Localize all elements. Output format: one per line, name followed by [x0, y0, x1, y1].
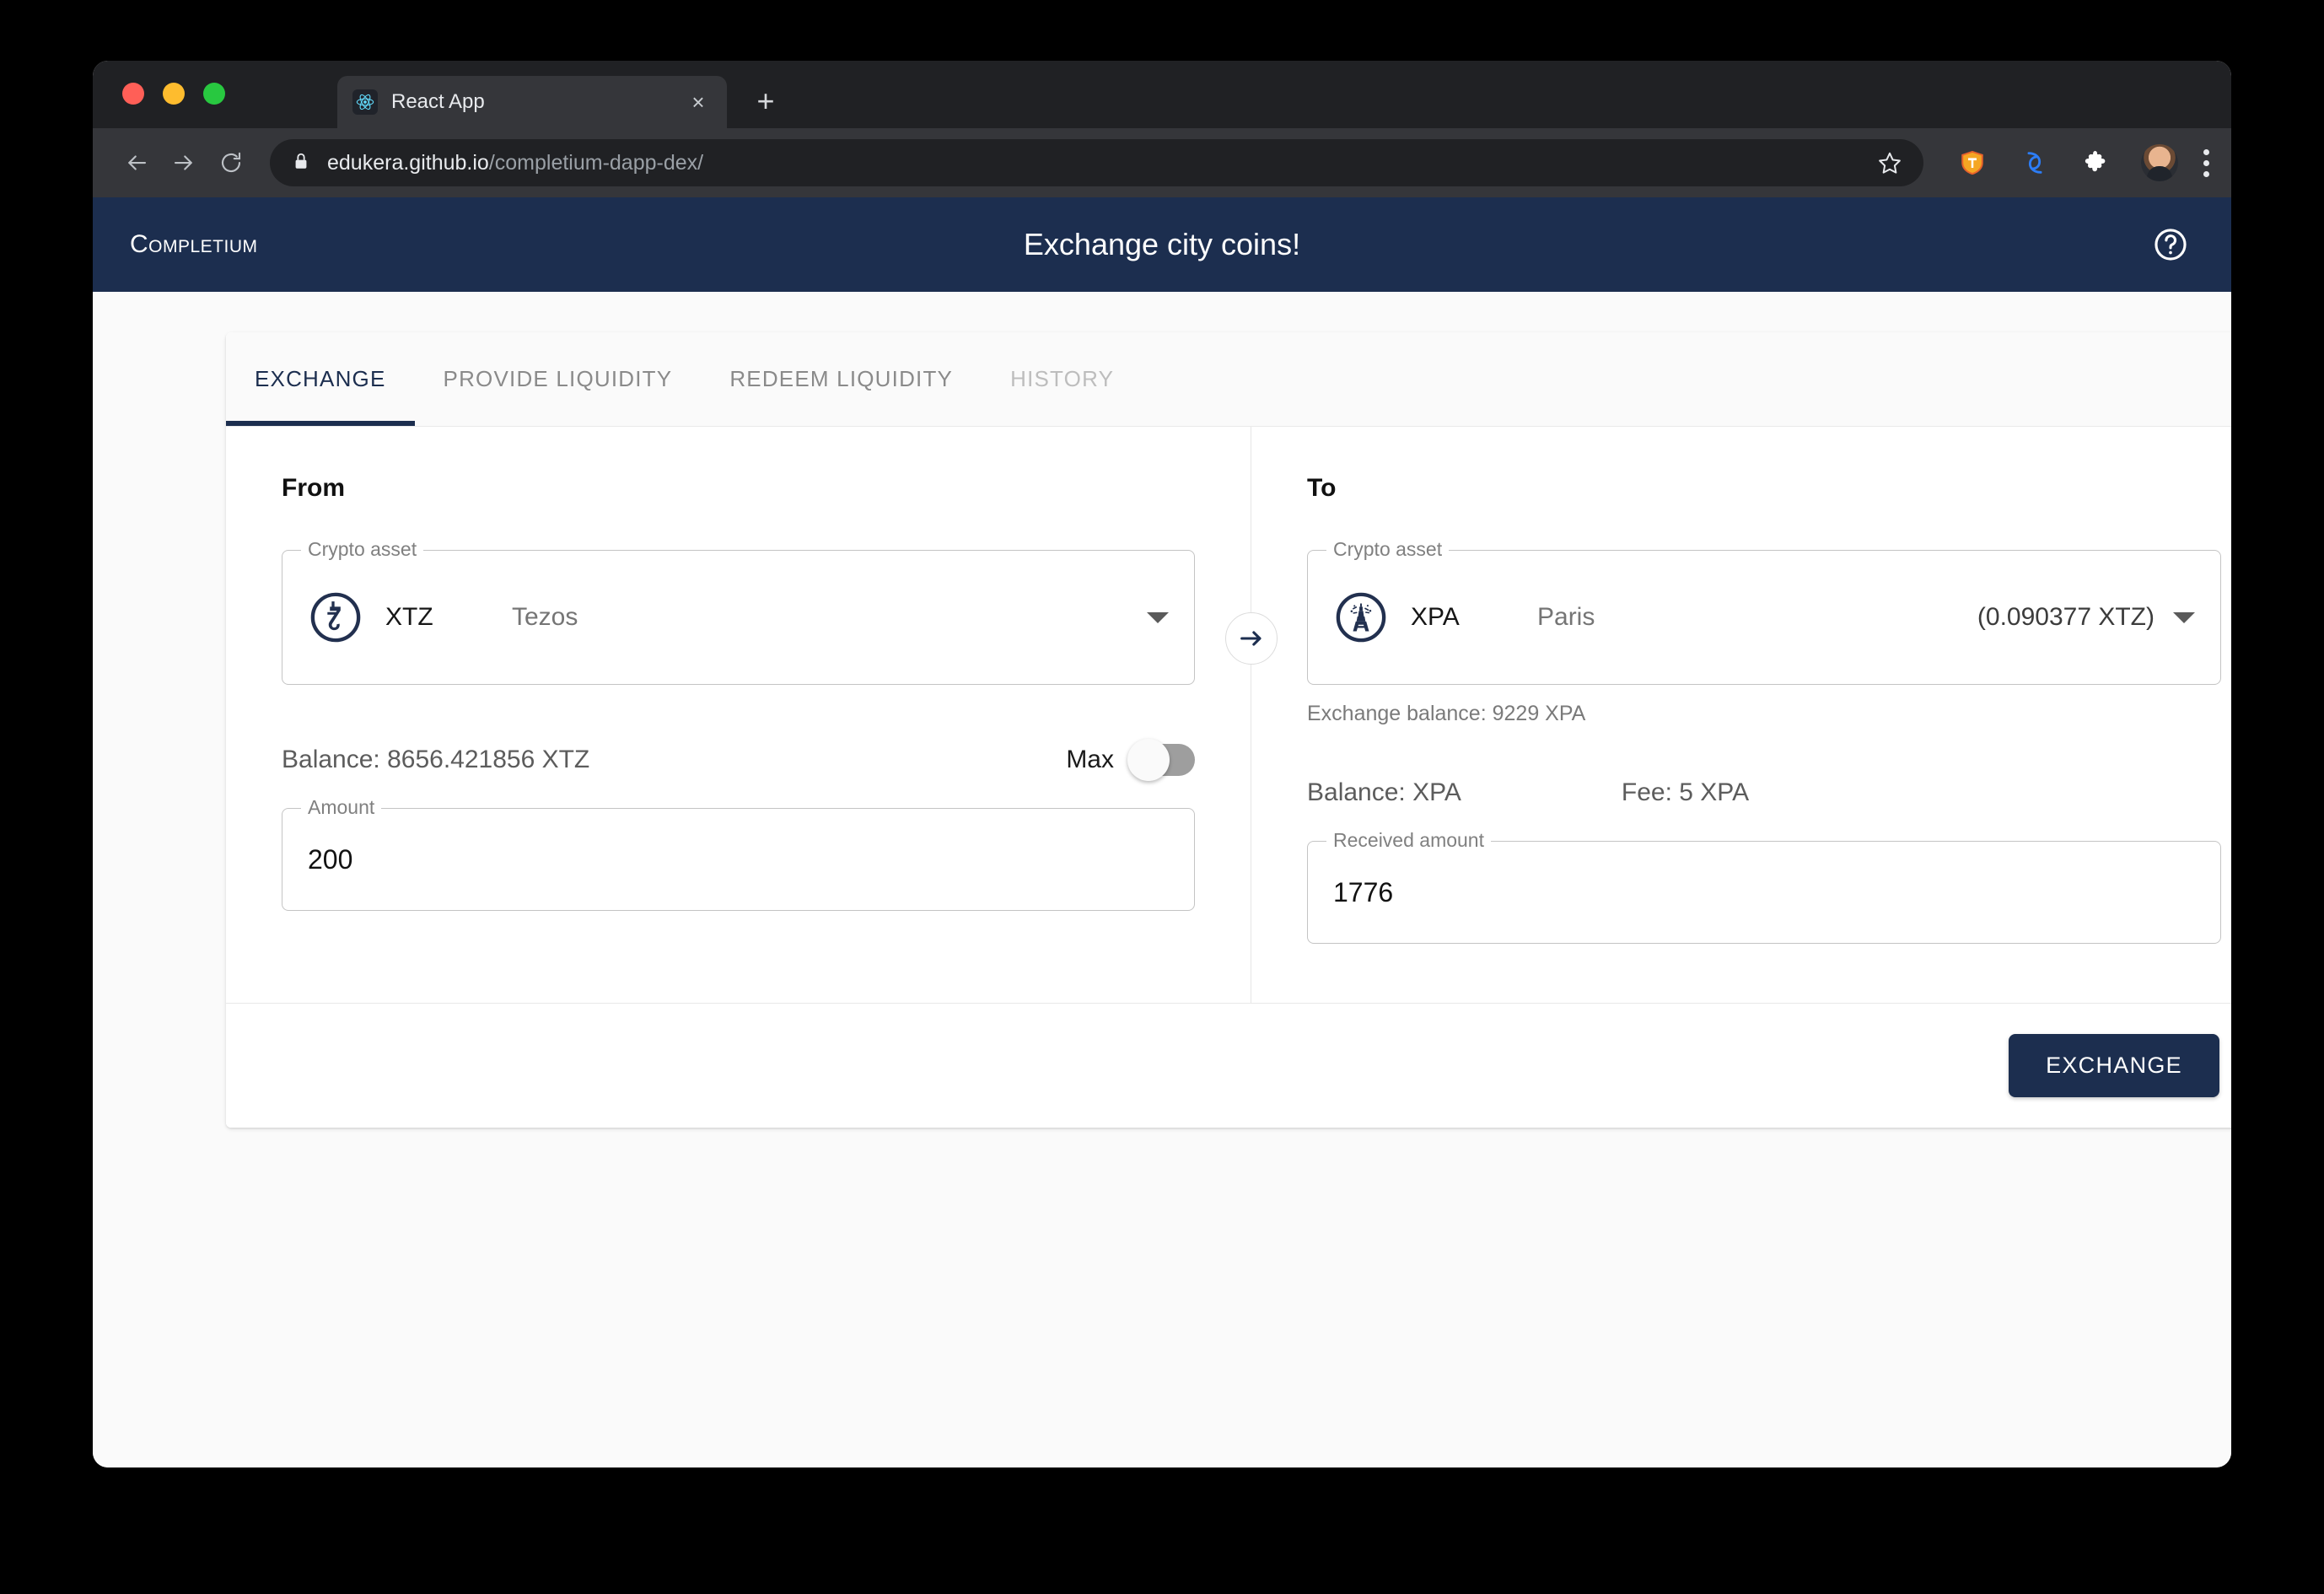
- amount-input[interactable]: 200: [308, 844, 352, 875]
- to-fee: Fee: 5 XPA: [1621, 778, 1750, 806]
- tab-history[interactable]: HISTORY: [982, 332, 1143, 426]
- window-traffic-lights: [122, 83, 225, 105]
- app-brand: Completium: [130, 230, 258, 258]
- app-header: Completium Exchange city coins!: [93, 197, 2231, 292]
- to-heading: To: [1307, 474, 1337, 502]
- reload-icon[interactable]: [207, 139, 255, 186]
- minimize-window-button[interactable]: [163, 83, 185, 105]
- help-circle-icon[interactable]: [2147, 221, 2194, 268]
- react-icon: [352, 89, 378, 115]
- puzzle-extensions-icon[interactable]: [2079, 144, 2116, 181]
- address-bar-url: edukera.github.io/completium-dapp-dex/: [327, 151, 703, 175]
- to-asset-symbol: XPA: [1411, 603, 1460, 631]
- to-asset-rate: (0.090377 XTZ): [1977, 603, 2155, 631]
- kebab-menu-icon[interactable]: [2203, 148, 2209, 177]
- to-balance-row: Balance: XPA Fee: 5 XPA: [1307, 767, 2221, 819]
- from-asset-symbol: XTZ: [385, 603, 433, 631]
- tab-exchange-label: EXCHANGE: [255, 366, 386, 391]
- from-heading: From: [282, 474, 345, 502]
- card-footer: EXCHANGE: [226, 1003, 2231, 1128]
- tab-redeem-liquidity-label: REDEEM LIQUIDITY: [729, 366, 954, 391]
- forward-arrow-icon[interactable]: [160, 139, 207, 186]
- browser-toolbar: edukera.github.io/completium-dapp-dex/: [93, 128, 2231, 197]
- from-balance: Balance: 8656.421856 XTZ: [282, 746, 590, 773]
- to-asset-select[interactable]: Crypto asset XPA Paris (0.090377 XTZ): [1307, 540, 2221, 685]
- received-amount-legend: Received amount: [1326, 831, 1491, 850]
- exchange-button[interactable]: EXCHANGE: [2009, 1034, 2219, 1097]
- received-amount-wrapper[interactable]: Received amount 1776: [1307, 831, 2221, 944]
- star-icon[interactable]: [1869, 143, 1910, 183]
- tab-history-label: HISTORY: [1010, 366, 1115, 391]
- tab-redeem-liquidity[interactable]: REDEEM LIQUIDITY: [701, 332, 982, 426]
- exchange-balance: Exchange balance: 9229 XPA: [1307, 702, 1586, 725]
- back-arrow-icon[interactable]: [113, 139, 160, 186]
- amount-input-wrapper[interactable]: Amount 200: [282, 798, 1195, 911]
- page-title: Exchange city coins!: [1023, 227, 1301, 261]
- page-viewport: Completium Exchange city coins! EXCHANGE…: [93, 197, 2231, 1467]
- browser-tab[interactable]: React App ×: [337, 76, 727, 128]
- to-asset-name: Paris: [1537, 603, 1595, 631]
- lock-icon: [292, 152, 310, 175]
- url-host: edukera.github.io: [327, 150, 489, 175]
- new-tab-button[interactable]: +: [749, 86, 783, 116]
- from-balance-row: Balance: 8656.421856 XTZ Max: [282, 734, 1195, 786]
- to-section: To Crypto asset XPA Paris (0.090377 XTZ)…: [1251, 427, 2231, 1003]
- max-toggle[interactable]: [1127, 739, 1195, 781]
- browser-tab-title: React App: [391, 90, 485, 113]
- chevron-down-icon[interactable]: [2173, 611, 2195, 623]
- chevron-down-icon[interactable]: [1147, 611, 1169, 623]
- exchange-form: From Crypto asset XTZ Tezos Balance: 865…: [226, 427, 2231, 1003]
- tab-provide-liquidity[interactable]: PROVIDE LIQUIDITY: [415, 332, 702, 426]
- browser-extensions: [1954, 144, 2209, 181]
- tezos-icon: [308, 590, 363, 645]
- eiffel-tower-icon: [1333, 590, 1389, 645]
- max-toggle-knob: [1127, 739, 1170, 781]
- close-window-button[interactable]: [122, 83, 144, 105]
- to-asset-legend: Crypto asset: [1326, 540, 1450, 559]
- exchange-card: EXCHANGE PROVIDE LIQUIDITY REDEEM LIQUID…: [226, 332, 2231, 1128]
- from-asset-legend: Crypto asset: [301, 540, 424, 559]
- from-section: From Crypto asset XTZ Tezos Balance: 865…: [226, 427, 1251, 1003]
- received-amount-input[interactable]: 1776: [1333, 877, 1393, 908]
- arrow-right-icon: [1240, 631, 1262, 646]
- url-path: /completium-dapp-dex/: [488, 150, 704, 175]
- avatar[interactable]: [2141, 144, 2178, 181]
- beacon-icon[interactable]: [2016, 144, 2053, 181]
- browser-window: React App × + edukera.github.io/completi…: [93, 61, 2231, 1467]
- temple-wallet-icon[interactable]: [1954, 144, 1991, 181]
- close-tab-button[interactable]: ×: [685, 91, 712, 113]
- tab-provide-liquidity-label: PROVIDE LIQUIDITY: [443, 366, 673, 391]
- swap-direction-button[interactable]: [1225, 612, 1278, 665]
- max-label: Max: [1066, 746, 1114, 773]
- from-asset-name: Tezos: [512, 603, 578, 631]
- browser-tab-strip: React App × +: [93, 61, 2231, 128]
- amount-legend: Amount: [301, 798, 382, 817]
- address-bar[interactable]: edukera.github.io/completium-dapp-dex/: [270, 139, 1923, 186]
- to-balance: Balance: XPA: [1307, 778, 1461, 806]
- from-asset-select[interactable]: Crypto asset XTZ Tezos: [282, 540, 1195, 685]
- card-tabs: EXCHANGE PROVIDE LIQUIDITY REDEEM LIQUID…: [226, 332, 2231, 427]
- tab-exchange[interactable]: EXCHANGE: [226, 332, 415, 426]
- maximize-window-button[interactable]: [203, 83, 225, 105]
